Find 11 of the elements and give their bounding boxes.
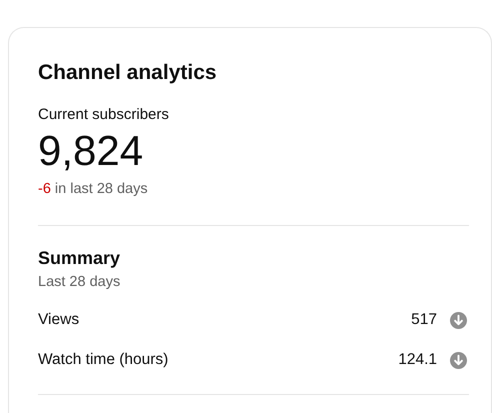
section-title: Summary xyxy=(38,247,122,270)
change-period: in last 28 days xyxy=(54,180,148,199)
card-title: Channel analytics xyxy=(38,60,218,86)
metric-value: 124.1 xyxy=(398,351,437,369)
metric-value: 517 xyxy=(411,311,437,329)
subscriber-count: 9,824 xyxy=(38,127,144,175)
metric-label: Watch time (hours) xyxy=(38,351,170,369)
change-value: -6 xyxy=(38,180,51,199)
subscribers-label: Current subscribers xyxy=(38,105,170,125)
period-label: Last 28 days xyxy=(38,273,122,292)
metric-label: Views xyxy=(38,311,80,329)
